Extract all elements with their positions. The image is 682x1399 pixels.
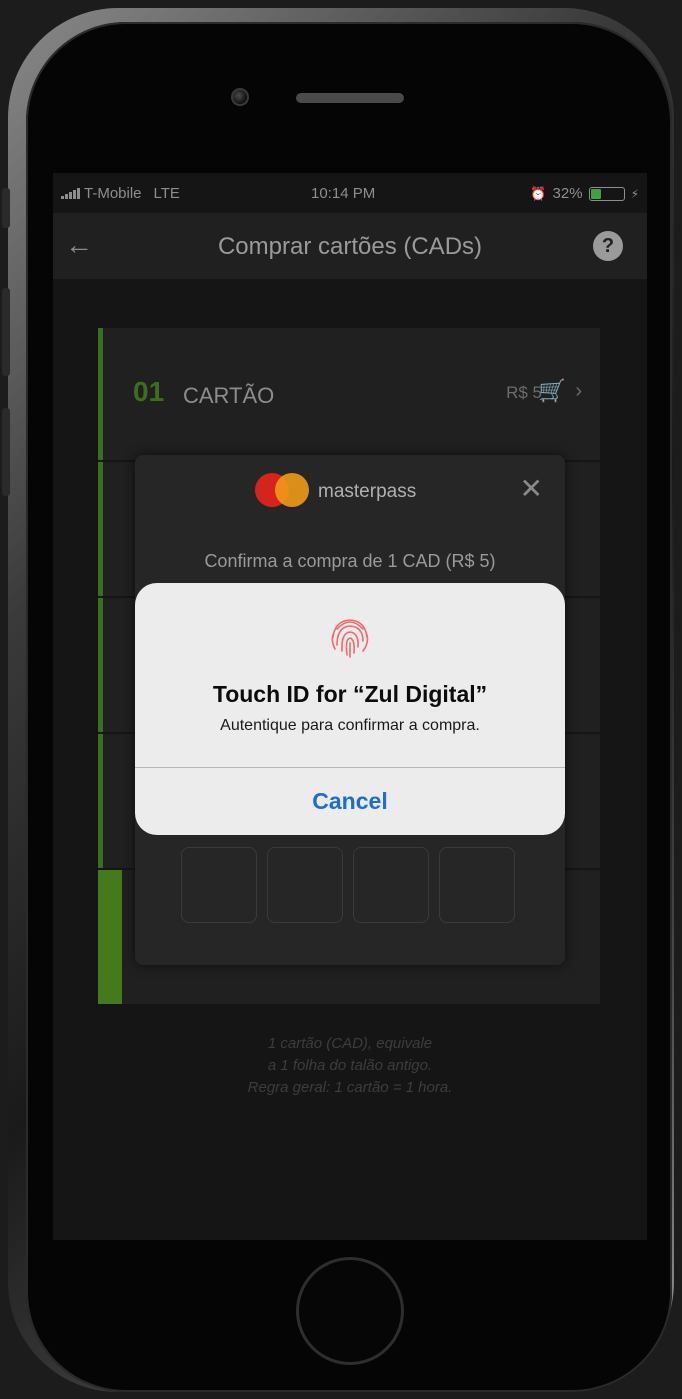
pin-digit-field[interactable]: [267, 847, 343, 923]
footer-note: 1 cartão (CAD), equivale a 1 folha do ta…: [53, 1033, 647, 1099]
pin-digit-field[interactable]: [353, 847, 429, 923]
fingerprint-icon: [331, 619, 369, 658]
status-left: T-Mobile LTE: [61, 185, 180, 202]
card-option-01[interactable]: 01 CARTÃO R$ 5 🛒 ›: [98, 328, 600, 460]
status-time: 10:14 PM: [311, 185, 376, 202]
alarm-icon: ⏰: [530, 185, 547, 201]
volume-down-button: [2, 408, 10, 496]
app-screen: T-Mobile LTE 10:14 PM ⏰ 32% ⚡ ← Comprar …: [53, 173, 647, 1240]
touch-id-message: Autentique para confirmar a compra.: [220, 717, 480, 734]
pin-digit-field[interactable]: [181, 847, 257, 923]
earpiece-speaker: [296, 93, 404, 103]
navigation-bar: ← Comprar cartões (CADs) ?: [53, 213, 647, 279]
mastercard-logo-icon: [255, 473, 313, 507]
footer-line-3: Regra geral: 1 cartão = 1 hora.: [247, 1079, 453, 1096]
footer-line-1: 1 cartão (CAD), equivale: [267, 1035, 433, 1052]
touch-id-alert: Touch ID for “Zul Digital” Autentique pa…: [135, 583, 565, 835]
charging-icon: ⚡: [630, 186, 639, 201]
help-icon[interactable]: ?: [593, 231, 623, 261]
battery-icon: [588, 186, 625, 201]
pin-input-row: [181, 847, 515, 923]
signal-icon: [61, 188, 80, 199]
masterpass-header: masterpass ✕: [135, 455, 565, 525]
status-bar: T-Mobile LTE 10:14 PM ⏰ 32% ⚡: [53, 173, 647, 213]
pin-digit-field[interactable]: [439, 847, 515, 923]
close-icon[interactable]: ✕: [520, 475, 543, 503]
status-right: ⏰ 32% ⚡: [530, 185, 639, 202]
battery-percent: 32%: [552, 185, 583, 202]
home-button[interactable]: [296, 1257, 404, 1365]
chevron-right-icon: ›: [575, 380, 582, 402]
front-camera: [231, 88, 249, 106]
card-price: R$ 5: [506, 383, 542, 402]
mute-switch: [2, 188, 10, 228]
volume-up-button: [2, 288, 10, 376]
page-title: Comprar cartões (CADs): [217, 233, 483, 260]
footer-line-2: a 1 folha do talão antigo.: [267, 1057, 433, 1074]
masterpass-brand: masterpass: [318, 481, 417, 502]
carrier-name: T-Mobile: [84, 185, 142, 202]
card-quantity: 01: [133, 376, 165, 407]
cancel-button[interactable]: Cancel: [135, 768, 565, 835]
touch-id-title: Touch ID for “Zul Digital”: [212, 681, 488, 707]
purchase-confirm-text: Confirma a compra de 1 CAD (R$ 5): [204, 551, 496, 571]
cart-icon: 🛒: [538, 378, 566, 403]
network-type: LTE: [153, 185, 180, 202]
card-label: CARTÃO: [183, 383, 275, 408]
